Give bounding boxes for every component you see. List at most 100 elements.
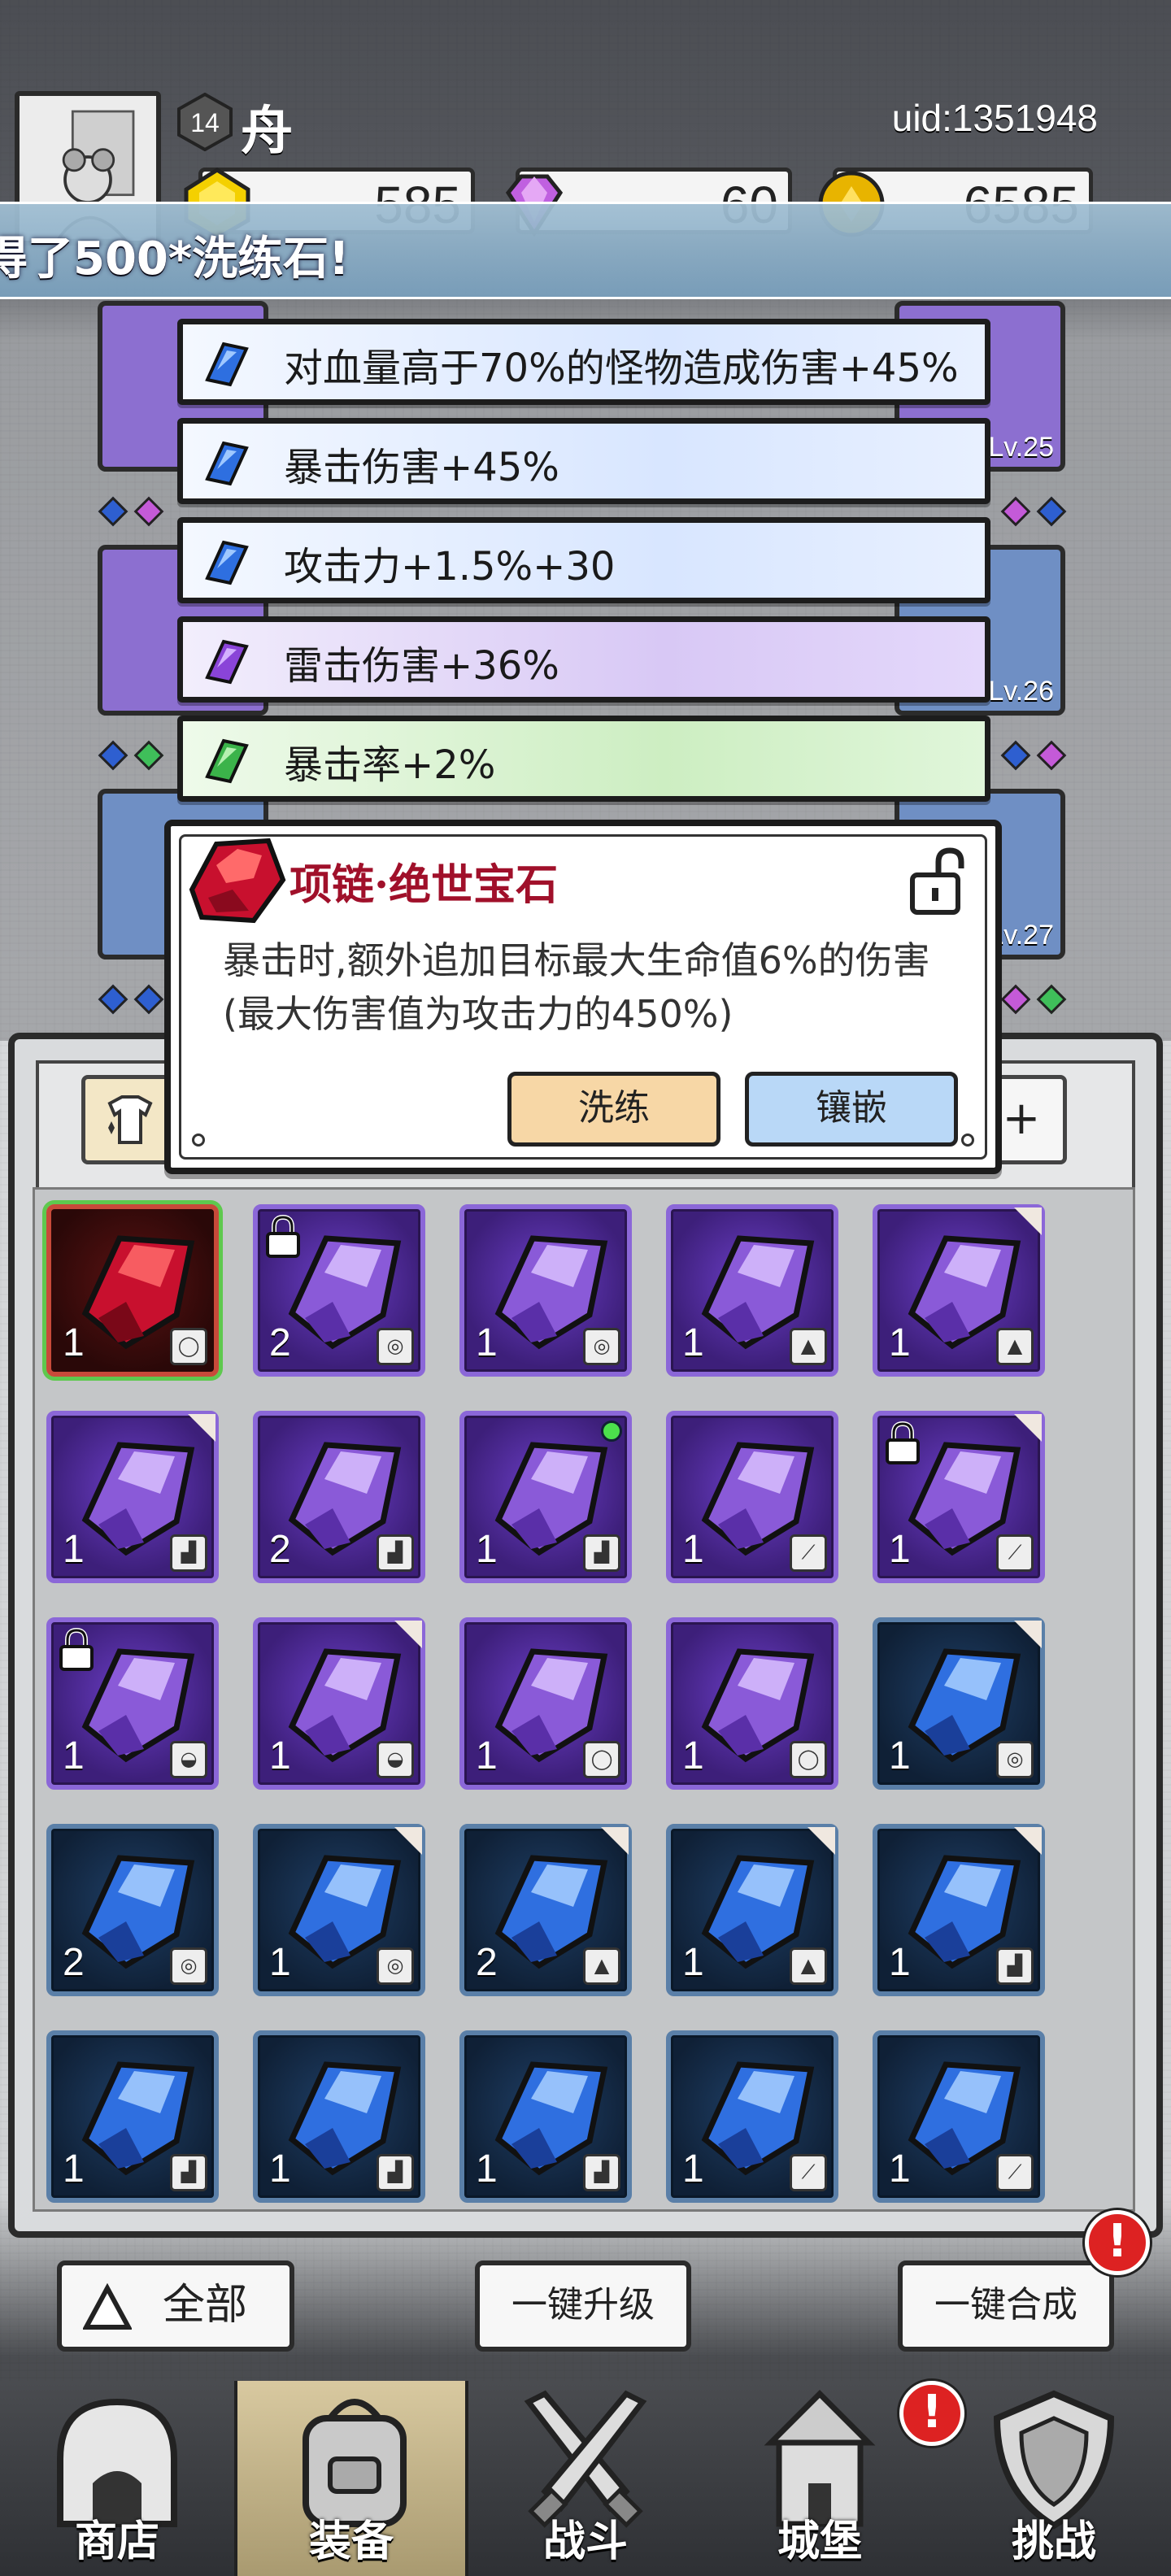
lock-icon (59, 1627, 94, 1671)
inventory-slot[interactable]: 1 ⟋ (666, 1411, 838, 1583)
gem-detail-panel: 项链·绝世宝石 暴击时,额外追加目标最大生命值6%的伤害(最大伤害值为攻击力的4… (164, 820, 1002, 1174)
item-quantity: 1 (682, 1528, 704, 1571)
corner-marker-icon (188, 1414, 215, 1442)
inventory-slot[interactable]: 1 ▲ (666, 1824, 838, 1996)
ring-slot-icon: ◎ (377, 1328, 414, 1365)
inventory-slot[interactable]: 1 ⟋ (873, 2030, 1045, 2203)
player-name: 舟 (241, 101, 293, 162)
affix-row: 攻击力+1.5%+30 (177, 517, 990, 603)
inventory-slot[interactable]: 1 ▲ (666, 1204, 838, 1377)
inventory-slot[interactable]: 1 ▟ (253, 2030, 425, 2203)
triangle-up-icon (83, 2283, 132, 2330)
inventory-slot[interactable]: 1 ⟋ (666, 2030, 838, 2203)
affix-text: 暴击率+2% (284, 742, 496, 788)
merge-all-button[interactable]: 一键合成 (898, 2261, 1114, 2352)
nav-equipment[interactable]: 装备 (234, 2381, 468, 2576)
nav-shop[interactable]: 商店 (0, 2381, 234, 2576)
merge-alert-badge: ! (1085, 2210, 1150, 2275)
refine-button[interactable]: 洗练 (507, 1072, 720, 1147)
helmet-slot-icon: ◒ (377, 1741, 414, 1778)
item-quantity: 1 (476, 1734, 498, 1778)
item-quantity: 1 (889, 1941, 911, 1984)
armor-slot-icon: ▲ (996, 1328, 1034, 1365)
blue-crystal-icon (205, 342, 249, 387)
gem-description: 暴击时,额外追加目标最大生命值6%的伤害(最大伤害值为攻击力的450%) (223, 938, 930, 1036)
item-quantity: 1 (682, 1734, 704, 1778)
item-quantity: 1 (269, 2147, 291, 2191)
unlock-icon[interactable] (906, 846, 971, 919)
inventory-slot[interactable]: 1 ◯ (459, 1617, 632, 1790)
corner-marker-icon (1014, 1414, 1042, 1442)
helmet-slot-icon: ◒ (170, 1741, 207, 1778)
new-item-dot-icon (601, 1421, 622, 1442)
equip-level: Lv.25 (988, 432, 1054, 463)
item-quantity: 1 (269, 1734, 291, 1778)
item-quantity: 1 (476, 1321, 498, 1364)
affix-row: 暴击伤害+45% (177, 418, 990, 504)
inventory-slot[interactable]: 2 ◎ (46, 1824, 219, 1996)
corner-rivet-icon (961, 1134, 974, 1147)
nav-battle[interactable]: 战斗 (468, 2381, 703, 2576)
necklace-slot-icon: ◯ (790, 1741, 827, 1778)
filter-all-button[interactable]: 全部 (57, 2261, 294, 2352)
corner-marker-icon (1014, 1621, 1042, 1648)
ring-slot-icon: ◎ (996, 1741, 1034, 1778)
nav-shop-label: 商店 (74, 2517, 159, 2566)
item-quantity: 1 (889, 1321, 911, 1364)
inventory-slot[interactable]: 1 ◎ (873, 1617, 1045, 1790)
item-quantity: 1 (63, 1528, 85, 1571)
lock-icon (266, 1214, 300, 1258)
inventory-slot[interactable]: 1 ▟ (873, 1824, 1045, 1996)
player-uid: uid:1351948 (891, 97, 1098, 139)
corner-marker-icon (1014, 1827, 1042, 1855)
level-badge-icon: 14 (177, 93, 233, 151)
boots-slot-icon: ▟ (170, 1534, 207, 1572)
nav-battle-label: 战斗 (542, 2517, 628, 2566)
armor-slot-icon: ▲ (790, 1328, 827, 1365)
item-quantity: 1 (269, 1941, 291, 1984)
boots-slot-icon: ▟ (377, 1534, 414, 1572)
item-quantity: 2 (269, 1528, 291, 1571)
inventory-slot[interactable]: 1 ▟ (459, 1411, 632, 1583)
inventory-slot[interactable]: 1 ◒ (253, 1617, 425, 1790)
inventory-slot[interactable]: 1 ▲ (873, 1204, 1045, 1377)
nav-equipment-label: 装备 (308, 2517, 394, 2566)
inventory-slot[interactable]: 1 ◯ (46, 1204, 219, 1377)
item-quantity: 1 (889, 1734, 911, 1778)
inventory-slot[interactable]: 2 ◎ (253, 1204, 425, 1377)
equip-level: Lv.26 (988, 676, 1054, 707)
item-quantity: 1 (682, 1321, 704, 1364)
inlay-button[interactable]: 镶嵌 (745, 1072, 958, 1147)
upgrade-all-button[interactable]: 一键升级 (475, 2261, 691, 2352)
inventory-slot[interactable]: 1 ▟ (46, 1411, 219, 1583)
inventory-slot[interactable]: 1 ⟋ (873, 1411, 1045, 1583)
corner-marker-icon (394, 1827, 422, 1855)
affix-text: 攻击力+1.5%+30 (284, 544, 616, 590)
weapon-slot-icon: ⟋ (996, 2154, 1034, 2191)
corner-marker-icon (394, 1621, 422, 1648)
inventory-slot[interactable]: 1 ◯ (666, 1617, 838, 1790)
inventory-slot[interactable]: 1 ◒ (46, 1617, 219, 1790)
inventory-slot[interactable]: 2 ▲ (459, 1824, 632, 1996)
nav-challenge-label: 挑战 (1011, 2517, 1096, 2566)
boots-slot-icon: ▟ (377, 2154, 414, 2191)
inventory-slot[interactable]: 1 ◎ (459, 1204, 632, 1377)
weapon-slot-icon: ⟋ (790, 2154, 827, 2191)
item-quantity: 2 (269, 1321, 291, 1364)
gem-title: 项链·绝世宝石 (289, 860, 559, 910)
inventory-slot[interactable]: 2 ▟ (253, 1411, 425, 1583)
inventory-slot[interactable]: 1 ▟ (459, 2030, 632, 2203)
lock-icon (886, 1421, 920, 1464)
inventory-grid: 1 ◯ 2 ◎ 1 ◎ 1 ▲ 1 ▲ 1 ▟ 2 ▟ 1 ▟ 1 ⟋ 1 ⟋ 1 ◒ 1 ◒ 1 ◯ 1 ◯ 1 ◎ 2 ◎ 1 ◎ 2 ▲ 1 ▲ 1 ▟… (33, 1187, 1135, 2212)
armor-slot-icon: ▲ (790, 1947, 827, 1985)
item-quantity: 1 (63, 2147, 85, 2191)
necklace-slot-icon: ◯ (170, 1328, 207, 1365)
ring-slot-icon: ◎ (377, 1947, 414, 1985)
nav-challenge[interactable]: 挑战 (937, 2381, 1171, 2576)
corner-marker-icon (1014, 1208, 1042, 1235)
inventory-slot[interactable]: 1 ◎ (253, 1824, 425, 1996)
inventory-slot[interactable]: 1 ▟ (46, 2030, 219, 2203)
reward-toast: 得了500*洗练石! (0, 202, 1171, 299)
boots-slot-icon: ▟ (583, 1534, 620, 1572)
affix-text: 暴击伤害+45% (284, 445, 559, 490)
